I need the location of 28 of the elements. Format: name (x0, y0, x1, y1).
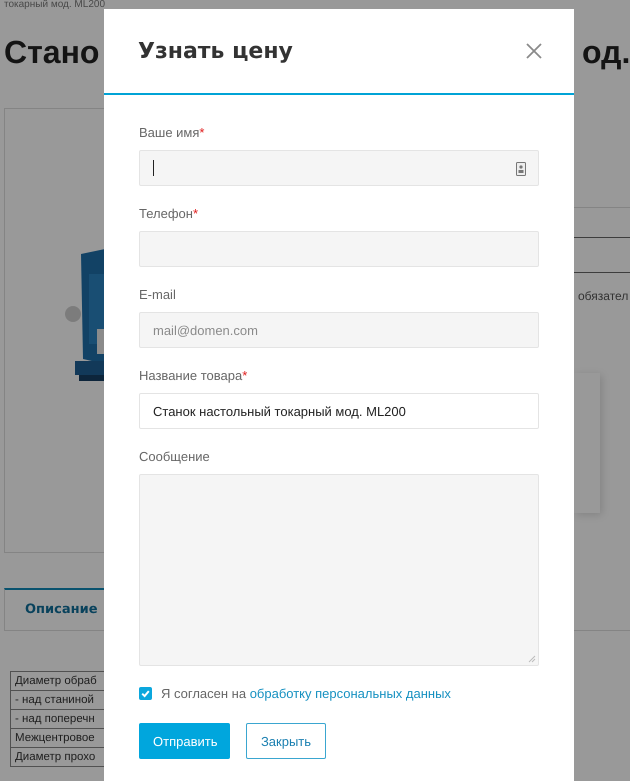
page-title: од. (582, 33, 630, 72)
consent-link[interactable]: обработку персональных данных (250, 686, 451, 701)
field-label: Телефон* (139, 206, 199, 222)
resize-grip-icon[interactable] (528, 655, 536, 663)
message-field[interactable] (139, 474, 539, 666)
close-icon[interactable] (526, 43, 542, 59)
input-field[interactable]: Станок настольный токарный мод. ML200 (139, 393, 539, 429)
field-label: Сообщение (139, 449, 211, 465)
table-cell: - над станиной (15, 694, 94, 706)
side-note: обязател (578, 289, 630, 303)
table-cell: - над поперечн (15, 713, 95, 725)
field-label: E-mail (139, 287, 177, 303)
consent-text: Я согласен на обработку персональных данных (161, 686, 451, 701)
submit-button[interactable]: Отправить (139, 723, 230, 759)
field-label: Ваше имя* (139, 125, 206, 141)
description-tab[interactable]: Описание (4, 588, 105, 630)
consent-checkbox[interactable] (139, 687, 152, 700)
field-label: Название товара* (139, 368, 248, 384)
contact-card-icon[interactable] (516, 162, 526, 176)
table-cell: Диаметр обраб (15, 675, 97, 687)
table-cell: Диаметр прохо (15, 751, 96, 763)
input-field[interactable] (139, 231, 539, 267)
page-title: Стано (4, 33, 100, 72)
table-cell: Межцентровое (15, 732, 95, 744)
dialog-title: Узнать цену (138, 38, 293, 64)
input-field[interactable] (139, 150, 539, 186)
close-button[interactable]: Закрыть (246, 723, 326, 759)
input-field[interactable]: mail@domen.com (139, 312, 539, 348)
